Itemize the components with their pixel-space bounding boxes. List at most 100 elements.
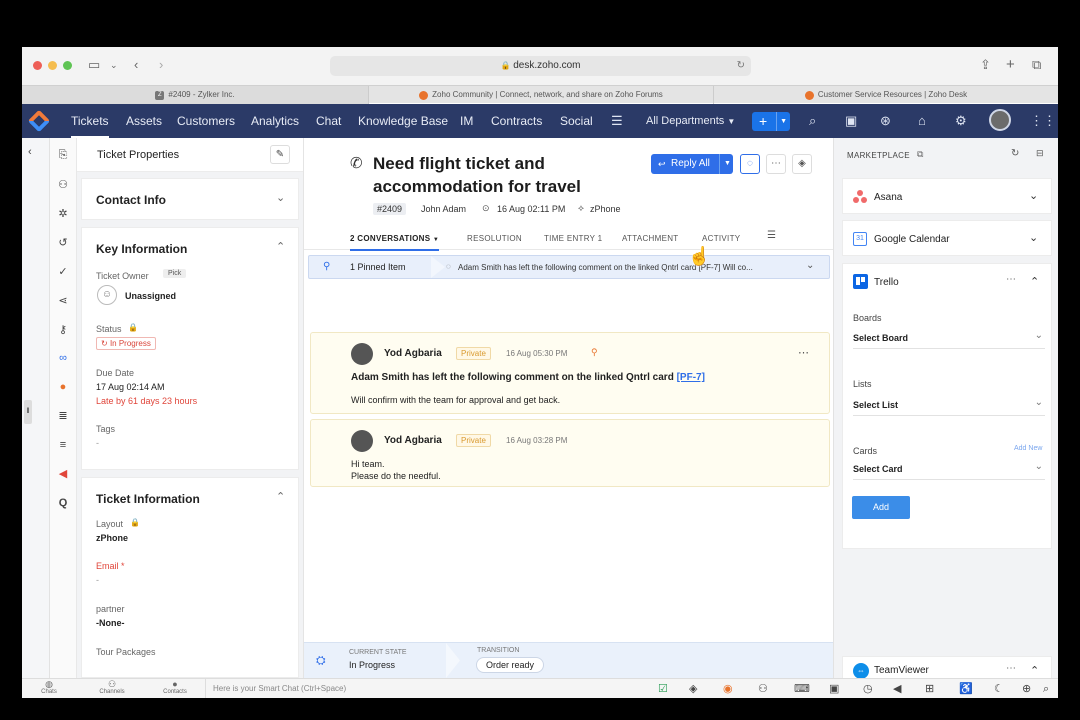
megaphone-icon[interactable]: ◀ [56, 467, 70, 481]
stack-icon[interactable]: ≡ [56, 438, 70, 452]
chevron-up-icon[interactable]: ⌃ [1030, 275, 1039, 288]
contact-info-section[interactable]: Contact Info ⌄ [81, 178, 299, 220]
search-icon[interactable]: ⌕ [1043, 682, 1049, 696]
avatar[interactable] [989, 109, 1011, 131]
app-google-calendar[interactable]: 31 Google Calendar ⌄ [842, 220, 1052, 256]
more-options-icon[interactable]: ⋯ [766, 154, 786, 174]
new-tab-icon[interactable]: + [1006, 57, 1015, 73]
store-icon[interactable]: ⌂ [918, 113, 926, 129]
add-button[interactable]: + ▼ [752, 112, 790, 131]
pick-button[interactable]: Pick [163, 269, 187, 278]
contacts-icon[interactable]: ⚇ [758, 682, 768, 696]
dark-mode-icon[interactable]: ☾ [994, 682, 1004, 696]
tab-resolution[interactable]: RESOLUTION [467, 234, 522, 243]
tab-time-entry[interactable]: TIME ENTRY 1 [544, 234, 602, 243]
reply-all-button[interactable]: ↩ Reply All ▼ [651, 154, 733, 174]
comment-icon[interactable]: ◌ [740, 154, 760, 174]
add-button[interactable]: Add [852, 496, 910, 519]
drag-handle-icon[interactable]: ‖ [24, 400, 32, 424]
search-icon[interactable]: ⌕ [809, 113, 816, 129]
layers-icon[interactable]: ≣ [56, 409, 70, 423]
edit-icon[interactable]: ✎ [270, 145, 290, 164]
department-selector[interactable]: All Departments ▼ [646, 104, 735, 138]
bottom-channels[interactable]: ⚇ Channels [98, 680, 126, 696]
check-icon[interactable]: ☑ [658, 682, 668, 696]
key-icon[interactable]: ⚷ [56, 323, 70, 337]
external-link-icon[interactable]: ⧉ [917, 149, 923, 160]
more-options-icon[interactable]: ⋯ [1006, 274, 1016, 285]
board-select[interactable]: Select Board ⌄ [853, 329, 1045, 349]
lightbulb-icon[interactable]: ● [56, 380, 70, 394]
layers-icon[interactable]: ◈ [689, 682, 697, 696]
bottom-contacts[interactable]: ● Contacts [162, 680, 188, 696]
app-asana[interactable]: Asana ⌄ [842, 178, 1052, 214]
add-new-card-link[interactable]: Add New [1014, 445, 1042, 452]
keyboard-icon[interactable]: ⌨ [794, 682, 810, 696]
reload-icon[interactable]: ↻ [737, 56, 745, 76]
nav-tickets[interactable]: Tickets [71, 104, 109, 138]
collapse-icon[interactable]: ‹ [28, 146, 32, 158]
partner-value[interactable]: -None- [96, 618, 125, 628]
tags-value[interactable]: - [96, 438, 99, 448]
chevron-down-icon[interactable]: ⌄ [276, 191, 285, 204]
nav-im[interactable]: IM [460, 104, 473, 138]
chevron-up-icon[interactable]: ⌃ [276, 240, 285, 253]
close-window-icon[interactable] [33, 61, 42, 70]
share-network-icon[interactable]: ⋖ [56, 294, 70, 308]
more-options-icon[interactable]: ⋯ [1006, 663, 1016, 674]
link-icon[interactable]: ∞ [56, 351, 70, 365]
transition-button[interactable]: Order ready [476, 657, 545, 673]
zia-icon[interactable]: ◉ [723, 682, 733, 696]
chevron-down-icon[interactable]: ⌄ [806, 260, 814, 271]
gamepad-icon[interactable]: ⊛ [880, 113, 891, 129]
import-icon[interactable]: ⊞ [925, 682, 934, 696]
check-circle-icon[interactable]: ✓ [56, 265, 70, 279]
nav-social[interactable]: Social [560, 104, 593, 138]
list-select[interactable]: Select List ⌄ [853, 396, 1045, 416]
nav-chat[interactable]: Chat [316, 104, 341, 138]
chevron-up-icon[interactable]: ⌃ [276, 490, 285, 503]
back-icon[interactable]: ‹ [134, 57, 138, 73]
card-select[interactable]: Select Card ⌄ [853, 460, 1045, 480]
browser-tab-resources[interactable]: Customer Service Resources | Zoho Desk [713, 86, 1058, 104]
ticket-properties-icon[interactable]: ⎘ [56, 148, 70, 162]
email-value[interactable]: - [96, 575, 99, 585]
pinned-item-bar[interactable]: ⚲ 1 Pinned Item ◌ Adam Smith has left th… [308, 255, 830, 279]
more-menu-icon[interactable]: ☰ [611, 113, 623, 129]
zoho-desk-logo[interactable] [27, 109, 51, 133]
chevron-down-icon[interactable]: ⌄ [1029, 231, 1038, 244]
settings-icon[interactable]: ⚙ [955, 113, 967, 129]
refresh-icon[interactable]: ↻ [1011, 148, 1019, 159]
layout-value[interactable]: zPhone [96, 533, 128, 543]
owner-value[interactable]: Unassigned [125, 291, 176, 301]
address-bar[interactable]: 🔒 desk.zoho.com ↻ [330, 56, 751, 76]
notes-icon[interactable]: ▣ [829, 682, 839, 696]
tab-activity[interactable]: ACTIVITY [702, 234, 740, 243]
nav-customers[interactable]: Customers [177, 104, 235, 138]
tab-attachment[interactable]: ATTACHMENT [622, 234, 678, 243]
help-icon[interactable]: ⊕ [1022, 682, 1031, 696]
layers-icon[interactable]: ◈ [792, 154, 812, 174]
notes-icon[interactable]: ▣ [845, 113, 857, 129]
tab-overview-icon[interactable]: ⧉ [1032, 57, 1041, 73]
apps-grid-icon[interactable]: ⋮⋮ [1030, 113, 1056, 129]
qntrl-card-link[interactable]: [PF-7] [677, 372, 705, 383]
status-badge[interactable]: ↻ In Progress [96, 337, 156, 350]
smart-chat-input[interactable]: Here is your Smart Chat (Ctrl+Space) [205, 679, 645, 698]
browser-tab-ticket[interactable]: Z #2409 - Zylker Inc. [22, 86, 368, 104]
more-options-icon[interactable]: ⋯ [798, 346, 809, 359]
bottom-chats[interactable]: ◍ Chats [38, 680, 60, 696]
contacts-icon[interactable]: ⚇ [56, 178, 70, 192]
filter-icon[interactable]: ☰ [767, 230, 776, 241]
message-card[interactable]: Yod Agbaria Private 16 Aug 03:28 PM Hi t… [310, 419, 830, 487]
megaphone-icon[interactable]: ◀ [893, 682, 901, 696]
chevron-down-icon[interactable]: ⌄ [110, 57, 118, 73]
history-icon[interactable]: ↺ [56, 236, 70, 250]
message-card[interactable]: Yod Agbaria Private 16 Aug 05:30 PM ⚲ ⋯ … [310, 332, 830, 414]
sidebar-toggle-icon[interactable]: ▭ [88, 57, 100, 73]
qntrl-icon[interactable]: Q [56, 496, 70, 510]
chevron-down-icon[interactable]: ⌄ [1029, 189, 1038, 202]
nav-analytics[interactable]: Analytics [251, 104, 299, 138]
maximize-window-icon[interactable] [63, 61, 72, 70]
clock-icon[interactable]: ◷ [863, 682, 873, 696]
